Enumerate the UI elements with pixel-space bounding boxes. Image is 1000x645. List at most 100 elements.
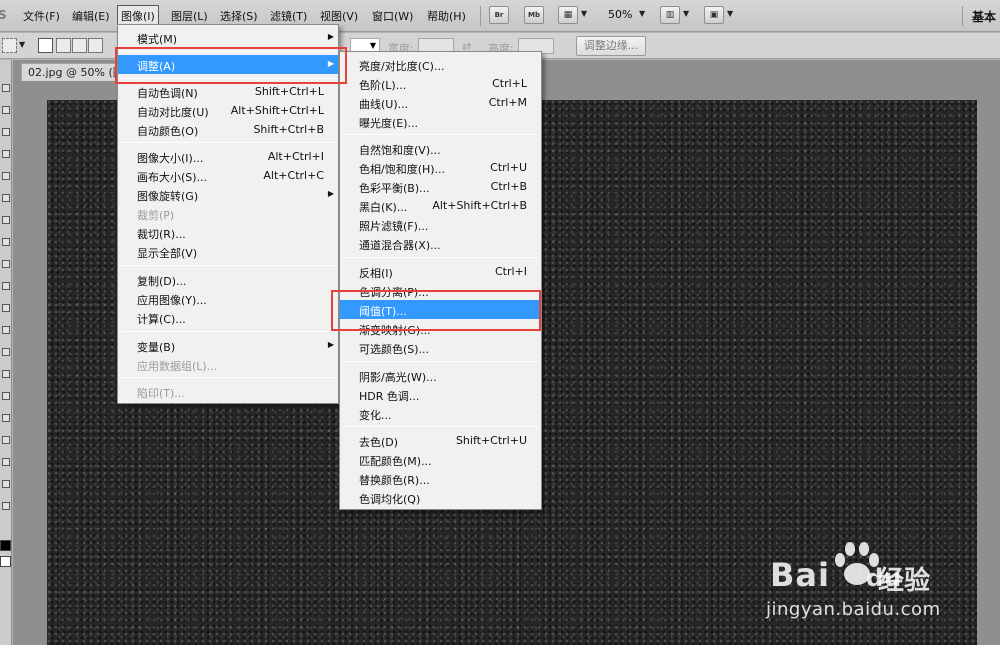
menu-filter[interactable]: 滤镜(T) xyxy=(270,8,307,24)
type-tool-icon[interactable] xyxy=(2,414,10,422)
menu-item-levels[interactable]: 色阶(L)... Ctrl+L xyxy=(340,74,541,93)
menubar-divider xyxy=(962,6,963,26)
move-tool-icon[interactable] xyxy=(2,84,10,92)
menu-separator xyxy=(344,134,537,135)
intersect-selection-icon[interactable] xyxy=(88,38,103,53)
healing-brush-tool-icon[interactable] xyxy=(2,216,10,224)
mini-bridge-button[interactable]: Mb xyxy=(524,6,544,24)
workspace-switcher[interactable]: 基本 xyxy=(972,8,996,25)
menu-item-duplicate[interactable]: 复制(D)... xyxy=(118,270,338,289)
menu-separator xyxy=(122,78,334,79)
menu-item-photo-filter[interactable]: 照片滤镜(F)... xyxy=(340,215,541,234)
menu-item-trim[interactable]: 裁切(R)... xyxy=(118,223,338,242)
menu-help[interactable]: 帮助(H) xyxy=(427,8,466,24)
document-tab[interactable]: 02.jpg @ 50% (图像 xyxy=(21,63,129,81)
menu-item-color-balance[interactable]: 色彩平衡(B)... Ctrl+B xyxy=(340,177,541,196)
menu-item-apply-image[interactable]: 应用图像(Y)... xyxy=(118,289,338,308)
clone-stamp-tool-icon[interactable] xyxy=(2,260,10,268)
menu-item-image-size[interactable]: 图像大小(I)... Alt+Ctrl+I xyxy=(118,147,338,166)
bridge-button[interactable]: Br xyxy=(489,6,509,24)
chevron-down-icon[interactable]: ▼ xyxy=(581,9,587,18)
menu-item-auto-tone[interactable]: 自动色调(N) Shift+Ctrl+L xyxy=(118,82,338,101)
menu-item-reveal-all[interactable]: 显示全部(V) xyxy=(118,242,338,261)
screen-mode-button[interactable]: ▣ xyxy=(704,6,724,24)
chevron-right-icon: ▶ xyxy=(327,340,334,349)
app-logo: S xyxy=(0,8,7,22)
menu-item-black-white[interactable]: 黑白(K)... Alt+Shift+Ctrl+B xyxy=(340,196,541,215)
menu-item-shadows-highlights[interactable]: 阴影/高光(W)... xyxy=(340,366,541,385)
dodge-tool-icon[interactable] xyxy=(2,370,10,378)
menu-item-match-color[interactable]: 匹配颜色(M)... xyxy=(340,450,541,469)
lasso-tool-icon[interactable] xyxy=(2,128,10,136)
menu-item-trap: 陷印(T)... xyxy=(137,387,185,400)
refine-edge-button[interactable]: 调整边缘... xyxy=(576,36,646,56)
menu-item-hue-saturation[interactable]: 色相/饱和度(H)... Ctrl+U xyxy=(340,158,541,177)
menu-layer[interactable]: 图层(L) xyxy=(171,8,208,24)
menu-item-auto-color[interactable]: 自动颜色(O) Shift+Ctrl+B xyxy=(118,120,338,139)
menu-item-gradient-map[interactable]: 渐变映射(G)... xyxy=(340,319,541,338)
menu-separator xyxy=(344,257,537,258)
eraser-tool-icon[interactable] xyxy=(2,304,10,312)
brush-tool-icon[interactable] xyxy=(2,238,10,246)
blur-tool-icon[interactable] xyxy=(2,348,10,356)
hand-tool-icon[interactable] xyxy=(2,480,10,488)
eyedropper-tool-icon[interactable] xyxy=(2,194,10,202)
menu-edit[interactable]: 编辑(E) xyxy=(72,8,110,24)
menu-item-vibrance[interactable]: 自然饱和度(V)... xyxy=(340,139,541,158)
background-color-swatch[interactable] xyxy=(0,556,11,567)
chevron-down-icon[interactable]: ▼ xyxy=(19,40,25,49)
menu-item-selective-color[interactable]: 可选颜色(S)... xyxy=(340,338,541,357)
menu-item-exposure[interactable]: 曝光度(E)... xyxy=(340,112,541,131)
menubar-divider xyxy=(480,6,481,26)
zoom-level[interactable]: 50% xyxy=(608,8,632,21)
crop-tool-icon[interactable] xyxy=(2,172,10,180)
menu-item-posterize[interactable]: 色调分离(P)... xyxy=(340,281,541,300)
foreground-color-swatch[interactable] xyxy=(0,540,11,551)
menu-item-replace-color[interactable]: 替换颜色(R)... xyxy=(340,469,541,488)
menu-file[interactable]: 文件(F) xyxy=(23,8,60,24)
menu-item-mode[interactable]: 模式(M) ▶ xyxy=(118,28,338,47)
menu-separator xyxy=(122,142,334,143)
menu-item-brightness-contrast[interactable]: 亮度/对比度(C)... xyxy=(340,55,541,74)
menu-item-calculations[interactable]: 计算(C)... xyxy=(118,308,338,327)
menu-item-hdr-toning[interactable]: HDR 色调... xyxy=(340,385,541,404)
menu-item-variations[interactable]: 变化... xyxy=(340,404,541,423)
menu-item-auto-contrast[interactable]: 自动对比度(U) Alt+Shift+Ctrl+L xyxy=(118,101,338,120)
zoom-tool-icon[interactable] xyxy=(2,502,10,510)
shape-tool-icon[interactable] xyxy=(2,458,10,466)
marquee-tool-icon[interactable] xyxy=(2,106,10,114)
menu-item-crop: 裁剪(P) xyxy=(137,209,175,222)
menu-item-desaturate[interactable]: 去色(D) Shift+Ctrl+U xyxy=(340,431,541,450)
menu-select[interactable]: 选择(S) xyxy=(220,8,258,24)
menu-item-canvas-size[interactable]: 画布大小(S)... Alt+Ctrl+C xyxy=(118,166,338,185)
menu-item-invert[interactable]: 反相(I) Ctrl+I xyxy=(340,262,541,281)
menu-separator xyxy=(122,377,334,378)
menu-view[interactable]: 视图(V) xyxy=(320,8,358,24)
pen-tool-icon[interactable] xyxy=(2,392,10,400)
add-selection-icon[interactable] xyxy=(56,38,71,53)
menu-item-image-rotation[interactable]: 图像旋转(G) ▶ xyxy=(118,185,338,204)
menu-item-curves[interactable]: 曲线(U)... Ctrl+M xyxy=(340,93,541,112)
chevron-down-icon[interactable]: ▼ xyxy=(727,9,733,18)
gradient-tool-icon[interactable] xyxy=(2,326,10,334)
menu-separator xyxy=(344,426,537,427)
watermark-url: jingyan.baidu.com xyxy=(766,599,941,620)
path-selection-tool-icon[interactable] xyxy=(2,436,10,444)
view-extras-button[interactable]: ▦ xyxy=(558,6,578,24)
subtract-selection-icon[interactable] xyxy=(72,38,87,53)
menu-item-equalize[interactable]: 色调均化(Q) xyxy=(340,488,541,507)
chevron-down-icon[interactable]: ▼ xyxy=(683,9,689,18)
chevron-down-icon[interactable]: ▼ xyxy=(639,9,645,18)
history-brush-tool-icon[interactable] xyxy=(2,282,10,290)
new-selection-icon[interactable] xyxy=(38,38,53,53)
arrange-documents-button[interactable]: ▥ xyxy=(660,6,680,24)
menu-item-channel-mixer[interactable]: 通道混合器(X)... xyxy=(340,234,541,253)
menu-separator xyxy=(122,51,334,52)
menu-item-adjustments[interactable]: 调整(A) ▶ xyxy=(118,55,338,74)
magic-wand-tool-icon[interactable] xyxy=(2,150,10,158)
marquee-tool-icon[interactable] xyxy=(2,38,17,53)
menu-item-threshold[interactable]: 阈值(T)... xyxy=(340,300,541,319)
menu-item-variables[interactable]: 变量(B) ▶ xyxy=(118,336,338,355)
chevron-right-icon: ▶ xyxy=(327,189,334,198)
menu-window[interactable]: 窗口(W) xyxy=(372,8,413,24)
